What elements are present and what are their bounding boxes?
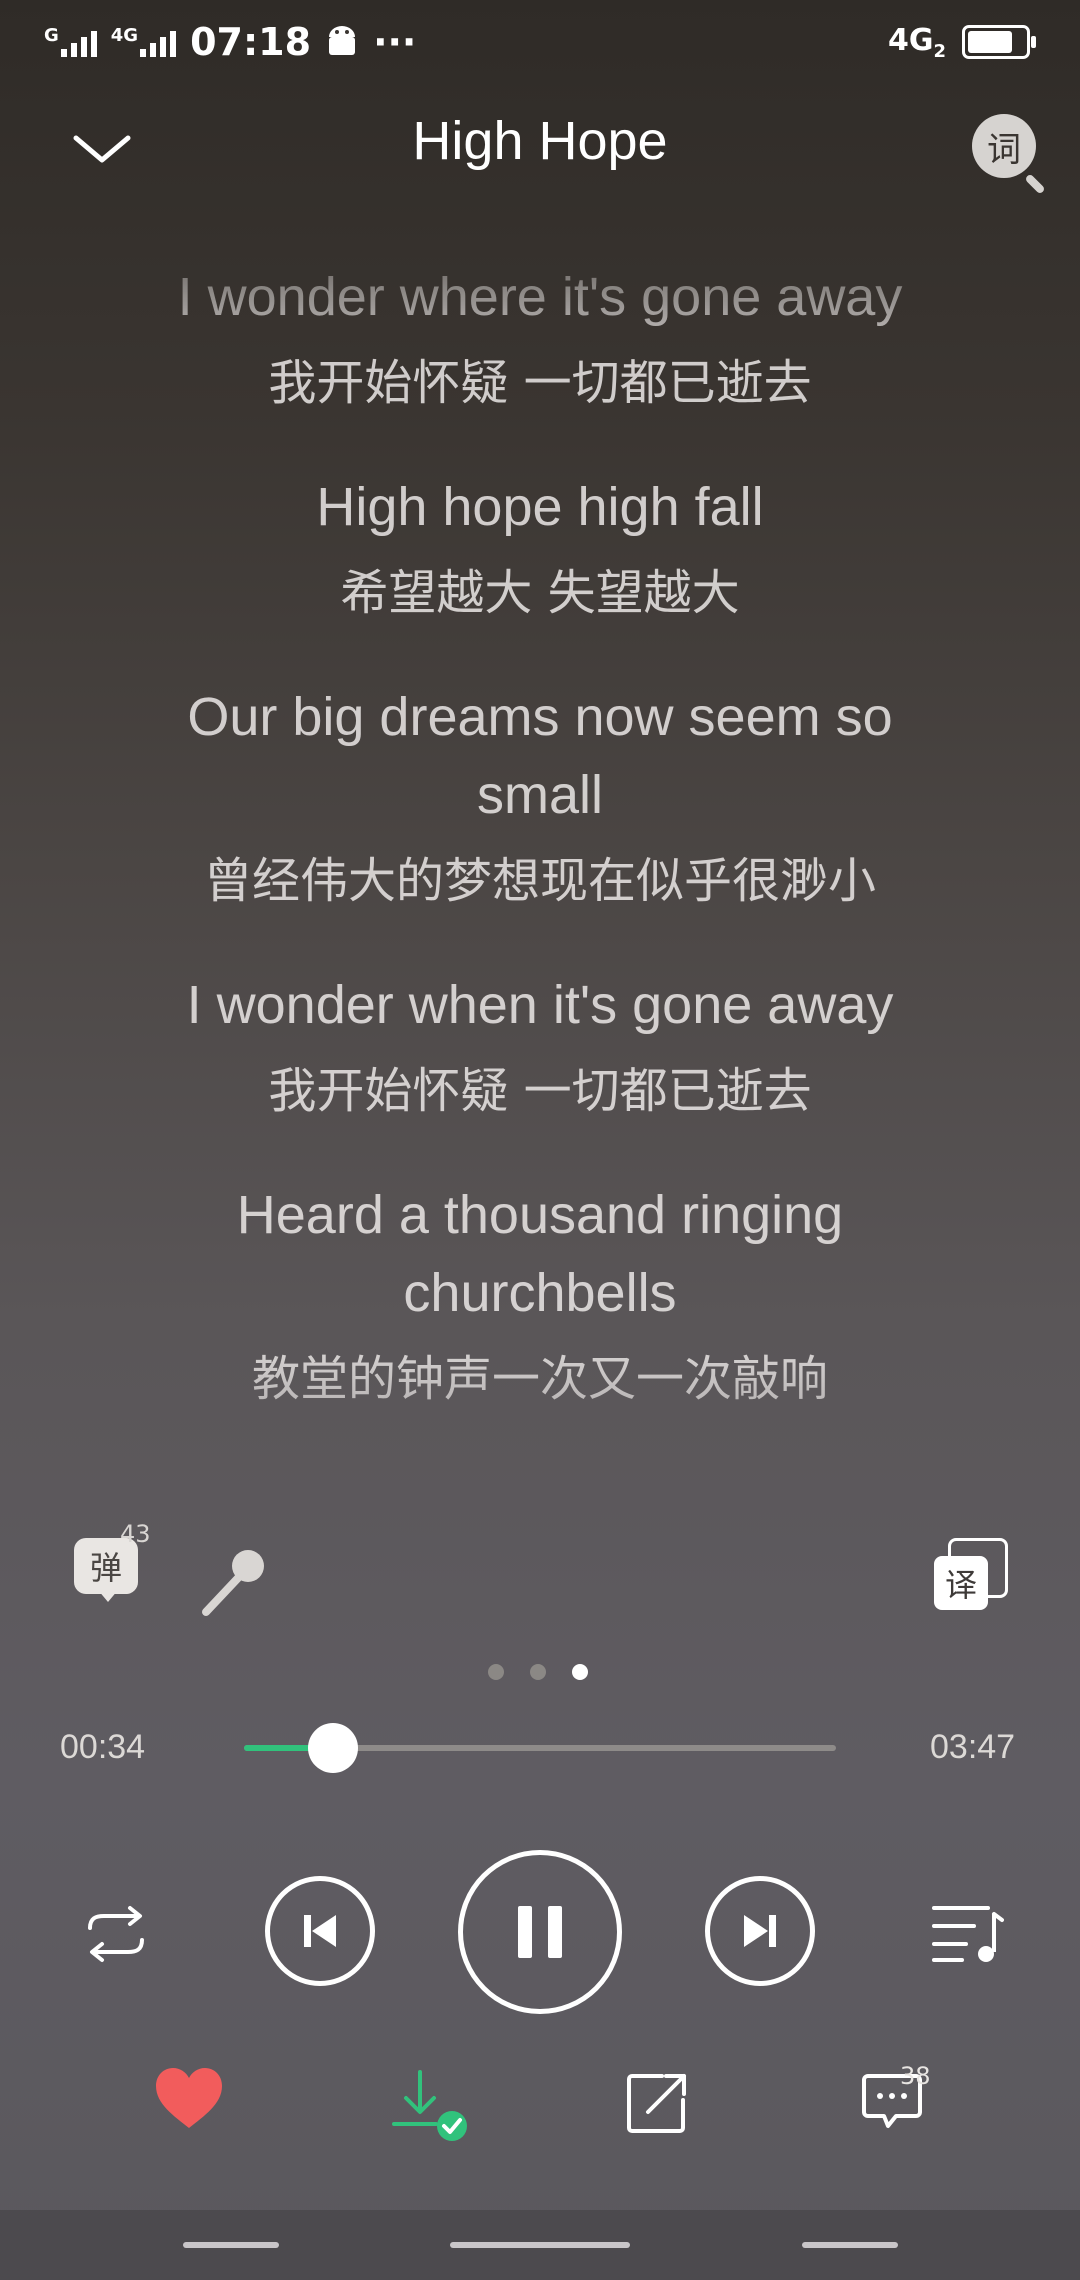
lyric-chinese: 希望越大 失望越大: [340, 565, 740, 621]
playlist-icon[interactable]: [930, 1900, 1004, 1964]
song-title: High Hope: [412, 111, 668, 171]
lyric-line: Heard a thousand ringing churchbells 教堂的钟…: [0, 1176, 1080, 1414]
clock: 07:18: [190, 20, 312, 64]
chevron-down-icon[interactable]: [72, 120, 132, 180]
heart-icon[interactable]: [154, 2066, 224, 2130]
danmu-count: 43: [120, 1520, 151, 1548]
previous-button[interactable]: [265, 1876, 375, 1986]
lyric-chinese: 我开始怀疑 一切都已逝去: [268, 1063, 812, 1119]
lyric-english: I wonder where it's gone away: [177, 267, 903, 327]
progress-bar[interactable]: [244, 1723, 836, 1773]
pause-icon: [518, 1906, 562, 1958]
signal-bars-2-icon: [140, 27, 177, 57]
progress-handle[interactable]: [307, 1723, 358, 1773]
repeat-icon[interactable]: [76, 1902, 156, 1966]
danmu-icon[interactable]: 弹: [74, 1538, 144, 1606]
lyric-english: Our big dreams now seem so small: [187, 687, 893, 825]
next-button[interactable]: [705, 1876, 815, 1986]
lyric-line: High hope high fall 希望越大 失望越大: [0, 468, 1080, 628]
nav-home-button[interactable]: [450, 2242, 630, 2248]
comment-count: 38: [900, 2062, 931, 2090]
signal-1: G: [44, 27, 97, 57]
lyric-english: I wonder when it's gone away: [186, 975, 894, 1035]
lyric-chinese: 我开始怀疑 一切都已逝去: [268, 355, 812, 411]
lyric-english: Heard a thousand ringing churchbells: [236, 1185, 844, 1323]
signal-bars-1-icon: [60, 27, 97, 57]
page-dot: [530, 1664, 546, 1680]
download-icon[interactable]: [392, 2070, 472, 2146]
total-time: 03:47: [930, 1728, 1016, 1766]
nav-back-button[interactable]: [802, 2242, 898, 2248]
status-bar-right: 4G2: [887, 20, 1036, 64]
translate-icon[interactable]: 译: [934, 1538, 1008, 1610]
network-type-right: 4G2: [887, 22, 946, 62]
previous-icon: [304, 1915, 336, 1947]
status-bar-left: G 4G 07:18 ···: [44, 20, 416, 64]
network-type-2: 4G: [110, 25, 139, 46]
nav-menu-button[interactable]: [183, 2242, 279, 2248]
lyric-english: High hope high fall: [316, 477, 764, 537]
page-dot: [488, 1664, 504, 1680]
battery-icon: [962, 25, 1036, 59]
microphone-icon[interactable]: [196, 1540, 276, 1620]
lyric-line: I wonder where it's gone away 我开始怀疑 一切都已逝…: [0, 258, 1080, 418]
share-icon[interactable]: [626, 2072, 688, 2134]
elapsed-time: 00:34: [60, 1728, 146, 1766]
lyric-line: Our big dreams now seem so small 曾经伟大的梦想现…: [0, 678, 1080, 916]
pause-button[interactable]: [458, 1850, 622, 2014]
signal-2: 4G: [110, 25, 177, 57]
network-type-1: G: [44, 25, 59, 46]
more-notifications: ···: [373, 20, 417, 64]
lyric-line: I wonder when it's gone away 我开始怀疑 一切都已逝去: [0, 966, 1080, 1126]
lyrics-panel[interactable]: I wonder where it's gone away 我开始怀疑 一切都已逝…: [0, 258, 1080, 1528]
translate-glyph: 译: [934, 1556, 988, 1610]
lyric-chinese: 曾经伟大的梦想现在似乎很渺小: [203, 853, 876, 909]
lyric-search-icon[interactable]: 词: [972, 114, 1046, 195]
lyric-search-glyph: 词: [972, 114, 1036, 178]
next-icon: [744, 1915, 776, 1947]
lyric-chinese: 教堂的钟声一次又一次敲响: [251, 1351, 828, 1407]
page-indicator: [488, 1664, 588, 1680]
page-dot: [572, 1664, 588, 1680]
android-icon: [329, 26, 356, 55]
